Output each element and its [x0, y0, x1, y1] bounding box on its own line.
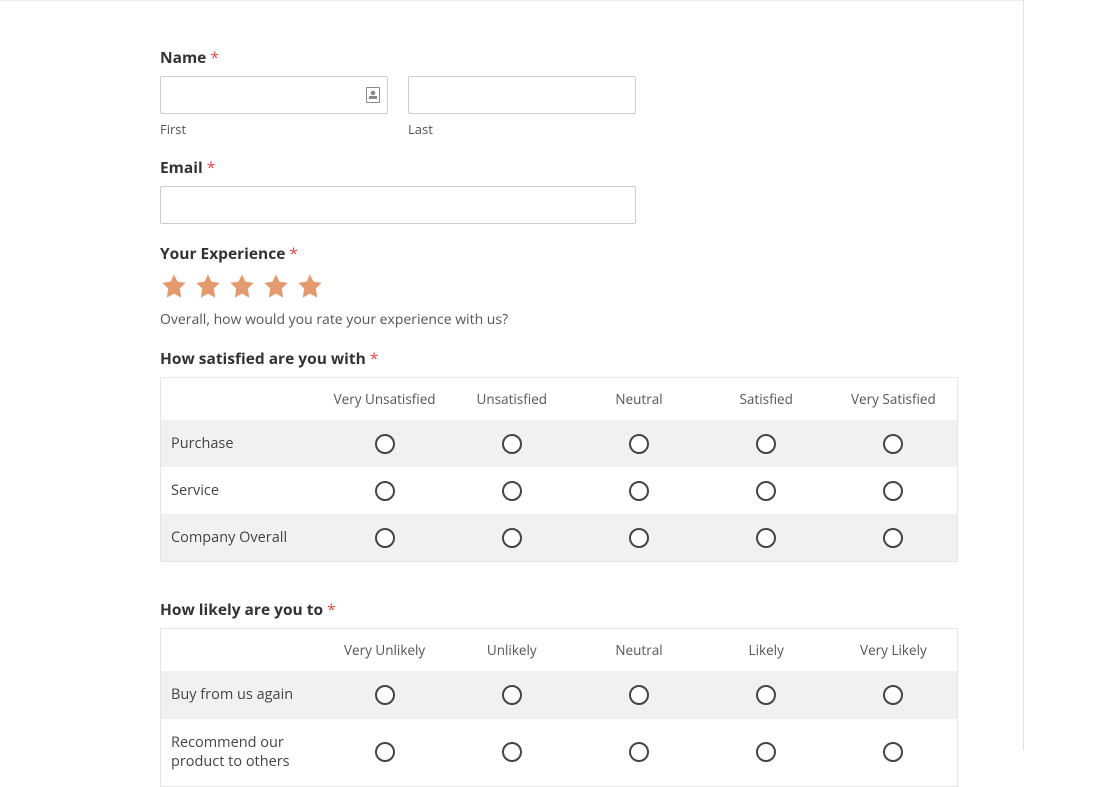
satisfaction-row-label: Purchase: [161, 420, 321, 467]
radio-purchase-satisfied[interactable]: [756, 434, 776, 454]
satisfaction-col-header: Very Satisfied: [830, 378, 957, 420]
first-name-sublabel: First: [160, 120, 388, 138]
satisfaction-row-company: Company Overall: [161, 514, 957, 561]
radio-recommend-very-unlikely[interactable]: [375, 742, 395, 762]
likely-label-text: How likely are you to: [160, 598, 323, 620]
satisfaction-row-label: Service: [161, 467, 321, 514]
last-name-sublabel: Last: [408, 120, 636, 138]
satisfaction-label: How satisfied are you with *: [160, 347, 863, 369]
satisfaction-row-label: Company Overall: [161, 514, 321, 561]
satisfaction-row-service: Service: [161, 467, 957, 514]
radio-service-very-unsatisfied[interactable]: [375, 481, 395, 501]
satisfaction-col-header: Neutral: [575, 378, 702, 420]
first-name-col: First: [160, 76, 388, 138]
likely-col-header: Neutral: [575, 629, 702, 671]
star-icon[interactable]: [194, 272, 222, 300]
experience-field-group: Your Experience * Overall, how would you…: [160, 242, 863, 329]
name-inputs-row: First Last: [160, 76, 863, 138]
radio-purchase-unsatisfied[interactable]: [502, 434, 522, 454]
email-required-asterisk: *: [207, 156, 216, 178]
radio-company-very-unsatisfied[interactable]: [375, 528, 395, 548]
star-rating: [160, 272, 863, 300]
satisfaction-row-purchase: Purchase: [161, 420, 957, 467]
star-icon[interactable]: [296, 272, 324, 300]
experience-label-text: Your Experience: [160, 242, 285, 264]
satisfaction-matrix-header: Very Unsatisfied Unsatisfied Neutral Sat…: [161, 378, 957, 420]
radio-purchase-very-satisfied[interactable]: [883, 434, 903, 454]
likely-matrix-header: Very Unlikely Unlikely Neutral Likely Ve…: [161, 629, 957, 671]
radio-company-very-satisfied[interactable]: [883, 528, 903, 548]
satisfaction-col-header: Very Unsatisfied: [321, 378, 448, 420]
first-name-input-wrap: [160, 76, 388, 114]
likely-label: How likely are you to *: [160, 598, 863, 620]
radio-buy-very-likely[interactable]: [883, 685, 903, 705]
radio-recommend-very-likely[interactable]: [883, 742, 903, 762]
radio-service-satisfied[interactable]: [756, 481, 776, 501]
experience-hint: Overall, how would you rate your experie…: [160, 310, 863, 329]
radio-buy-unlikely[interactable]: [502, 685, 522, 705]
star-icon[interactable]: [262, 272, 290, 300]
radio-recommend-neutral[interactable]: [629, 742, 649, 762]
likely-col-header: Very Unlikely: [321, 629, 448, 671]
email-field-group: Email *: [160, 156, 863, 224]
first-name-input[interactable]: [160, 76, 388, 114]
satisfaction-matrix: Very Unsatisfied Unsatisfied Neutral Sat…: [160, 377, 958, 562]
radio-buy-likely[interactable]: [756, 685, 776, 705]
likely-row-label: Recommend our product to others: [161, 719, 321, 786]
radio-company-neutral[interactable]: [629, 528, 649, 548]
matrix-header-spacer: [161, 638, 321, 662]
satisfaction-label-text: How satisfied are you with: [160, 347, 366, 369]
radio-company-unsatisfied[interactable]: [502, 528, 522, 548]
likely-row-label: Buy from us again: [161, 671, 321, 719]
likely-col-header: Very Likely: [830, 629, 957, 671]
star-icon[interactable]: [160, 272, 188, 300]
last-name-col: Last: [408, 76, 636, 138]
radio-purchase-very-unsatisfied[interactable]: [375, 434, 395, 454]
satisfaction-col-header: Satisfied: [703, 378, 830, 420]
email-input[interactable]: [160, 186, 636, 224]
name-required-asterisk: *: [210, 46, 219, 68]
satisfaction-required-asterisk: *: [370, 347, 379, 369]
radio-service-very-satisfied[interactable]: [883, 481, 903, 501]
name-label: Name *: [160, 46, 863, 68]
likely-row-buy-again: Buy from us again: [161, 671, 957, 719]
name-label-text: Name: [160, 46, 206, 68]
matrix-header-spacer: [161, 387, 321, 411]
satisfaction-field-group: How satisfied are you with * Very Unsati…: [160, 347, 863, 562]
radio-recommend-likely[interactable]: [756, 742, 776, 762]
likely-matrix: Very Unlikely Unlikely Neutral Likely Ve…: [160, 628, 958, 787]
radio-service-neutral[interactable]: [629, 481, 649, 501]
likely-col-header: Likely: [703, 629, 830, 671]
radio-recommend-unlikely[interactable]: [502, 742, 522, 762]
radio-buy-neutral[interactable]: [629, 685, 649, 705]
radio-buy-very-unlikely[interactable]: [375, 685, 395, 705]
star-icon[interactable]: [228, 272, 256, 300]
name-field-group: Name * First Last: [160, 46, 863, 138]
likely-field-group: How likely are you to * Very Unlikely Un…: [160, 598, 863, 787]
contact-card-icon: [366, 87, 380, 103]
last-name-input[interactable]: [408, 76, 636, 114]
experience-label: Your Experience *: [160, 242, 863, 264]
radio-purchase-neutral[interactable]: [629, 434, 649, 454]
radio-service-unsatisfied[interactable]: [502, 481, 522, 501]
form-container: Name * First Last Email * Yo: [0, 0, 1024, 750]
likely-row-recommend: Recommend our product to others: [161, 719, 957, 786]
likely-required-asterisk: *: [327, 598, 336, 620]
email-label-text: Email: [160, 156, 203, 178]
experience-required-asterisk: *: [289, 242, 298, 264]
radio-company-satisfied[interactable]: [756, 528, 776, 548]
satisfaction-col-header: Unsatisfied: [448, 378, 575, 420]
likely-col-header: Unlikely: [448, 629, 575, 671]
email-label: Email *: [160, 156, 863, 178]
